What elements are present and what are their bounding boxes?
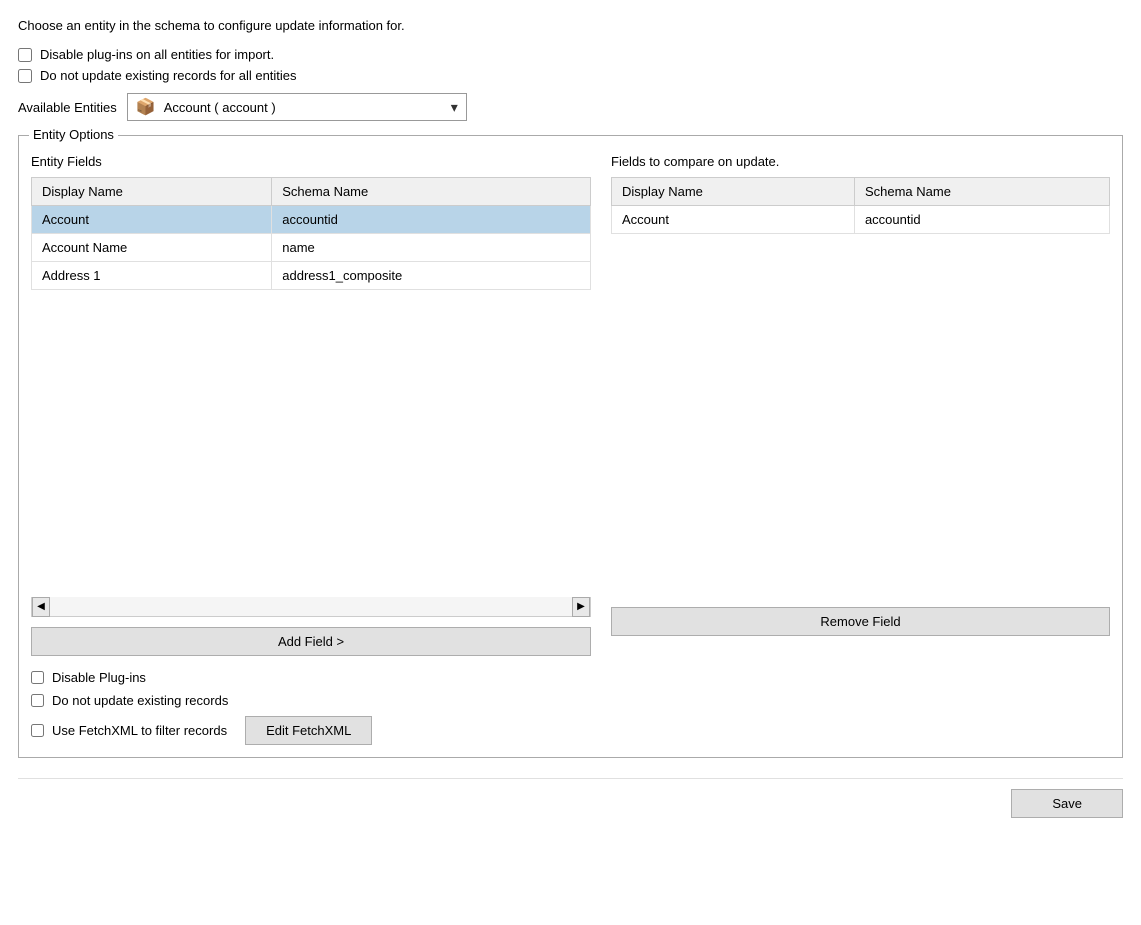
entity-options-box: Entity Options Entity Fields Display Nam… [18, 135, 1123, 758]
left-table-wrapper: Display Name Schema Name Accountaccounti… [31, 177, 591, 617]
left-scrollbar: ◀ ▶ [31, 597, 591, 617]
disable-plugins-all-checkbox[interactable] [18, 48, 32, 62]
left-table-body-area: Display Name Schema Name Accountaccounti… [31, 177, 591, 597]
do-not-update-checkbox[interactable] [31, 694, 44, 707]
scroll-track[interactable] [50, 597, 572, 616]
cell-schema-name: address1_composite [272, 262, 591, 290]
cell-display-name: Account [32, 206, 272, 234]
remove-field-row: Remove Field [611, 607, 1110, 636]
table-row[interactable]: Address 1address1_composite [32, 262, 591, 290]
cell-schema-name: name [272, 234, 591, 262]
footer-row: Save [18, 778, 1123, 818]
right-col-schema-name: Schema Name [854, 178, 1109, 206]
entity-options-legend: Entity Options [29, 127, 118, 142]
remove-field-button[interactable]: Remove Field [611, 607, 1110, 636]
add-field-row: Add Field > [31, 627, 591, 656]
available-entities-label: Available Entities [18, 100, 117, 115]
do-not-update-all-label: Do not update existing records for all e… [40, 68, 297, 83]
disable-plugins-all-label: Disable plug-ins on all entities for imp… [40, 47, 274, 62]
available-entities-row: Available Entities 📦 Account ( account )… [18, 93, 1123, 121]
fields-compare-label: Fields to compare on update. [611, 154, 1110, 169]
table-row[interactable]: Accountaccountid [32, 206, 591, 234]
save-button[interactable]: Save [1011, 789, 1123, 818]
entity-options-inner: Entity Fields Display Name Schema Name [31, 154, 1110, 745]
cell-display-name: Address 1 [32, 262, 272, 290]
add-field-button[interactable]: Add Field > [31, 627, 591, 656]
use-fetchxml-row: Use FetchXML to filter records Edit Fetc… [31, 716, 1110, 745]
right-col-display-name: Display Name [612, 178, 855, 206]
right-table-body-area: Display Name Schema Name Accountaccounti… [611, 177, 1110, 597]
entity-dropdown-value: Account ( account ) [164, 100, 451, 115]
global-checkbox-row-1: Disable plug-ins on all entities for imp… [18, 47, 1123, 62]
left-col-display-name: Display Name [32, 178, 272, 206]
cell-display-name: Account [612, 206, 855, 234]
global-checkbox-row-2: Do not update existing records for all e… [18, 68, 1123, 83]
disable-plugins-row: Disable Plug-ins [31, 670, 1110, 685]
compare-fields-table: Display Name Schema Name Accountaccounti… [611, 177, 1110, 234]
scroll-left-arrow[interactable]: ◀ [32, 597, 50, 617]
cell-schema-name: accountid [854, 206, 1109, 234]
right-panel: Fields to compare on update. Display Nam… [611, 154, 1110, 636]
disable-plugins-checkbox[interactable] [31, 671, 44, 684]
entity-checkboxes: Disable Plug-ins Do not update existing … [31, 670, 1110, 745]
table-row[interactable]: Accountaccountid [612, 206, 1110, 234]
disable-plugins-label: Disable Plug-ins [52, 670, 146, 685]
do-not-update-row: Do not update existing records [31, 693, 1110, 708]
cell-schema-name: accountid [272, 206, 591, 234]
use-fetchxml-label: Use FetchXML to filter records [52, 723, 227, 738]
use-fetchxml-checkbox[interactable] [31, 724, 44, 737]
cell-display-name: Account Name [32, 234, 272, 262]
entity-fields-table: Display Name Schema Name Accountaccounti… [31, 177, 591, 290]
entity-dropdown[interactable]: 📦 Account ( account ) ▾ [127, 93, 467, 121]
edit-fetchxml-button[interactable]: Edit FetchXML [245, 716, 372, 745]
scroll-right-arrow[interactable]: ▶ [572, 597, 590, 617]
left-col-schema-name: Schema Name [272, 178, 591, 206]
entity-icon: 📦 [136, 97, 156, 117]
intro-text: Choose an entity in the schema to config… [18, 18, 1123, 33]
table-row[interactable]: Account Namename [32, 234, 591, 262]
entity-fields-label: Entity Fields [31, 154, 591, 169]
two-panel-layout: Entity Fields Display Name Schema Name [31, 154, 1110, 656]
chevron-down-icon: ▾ [451, 99, 458, 116]
left-panel: Entity Fields Display Name Schema Name [31, 154, 591, 656]
do-not-update-label: Do not update existing records [52, 693, 228, 708]
do-not-update-all-checkbox[interactable] [18, 69, 32, 83]
